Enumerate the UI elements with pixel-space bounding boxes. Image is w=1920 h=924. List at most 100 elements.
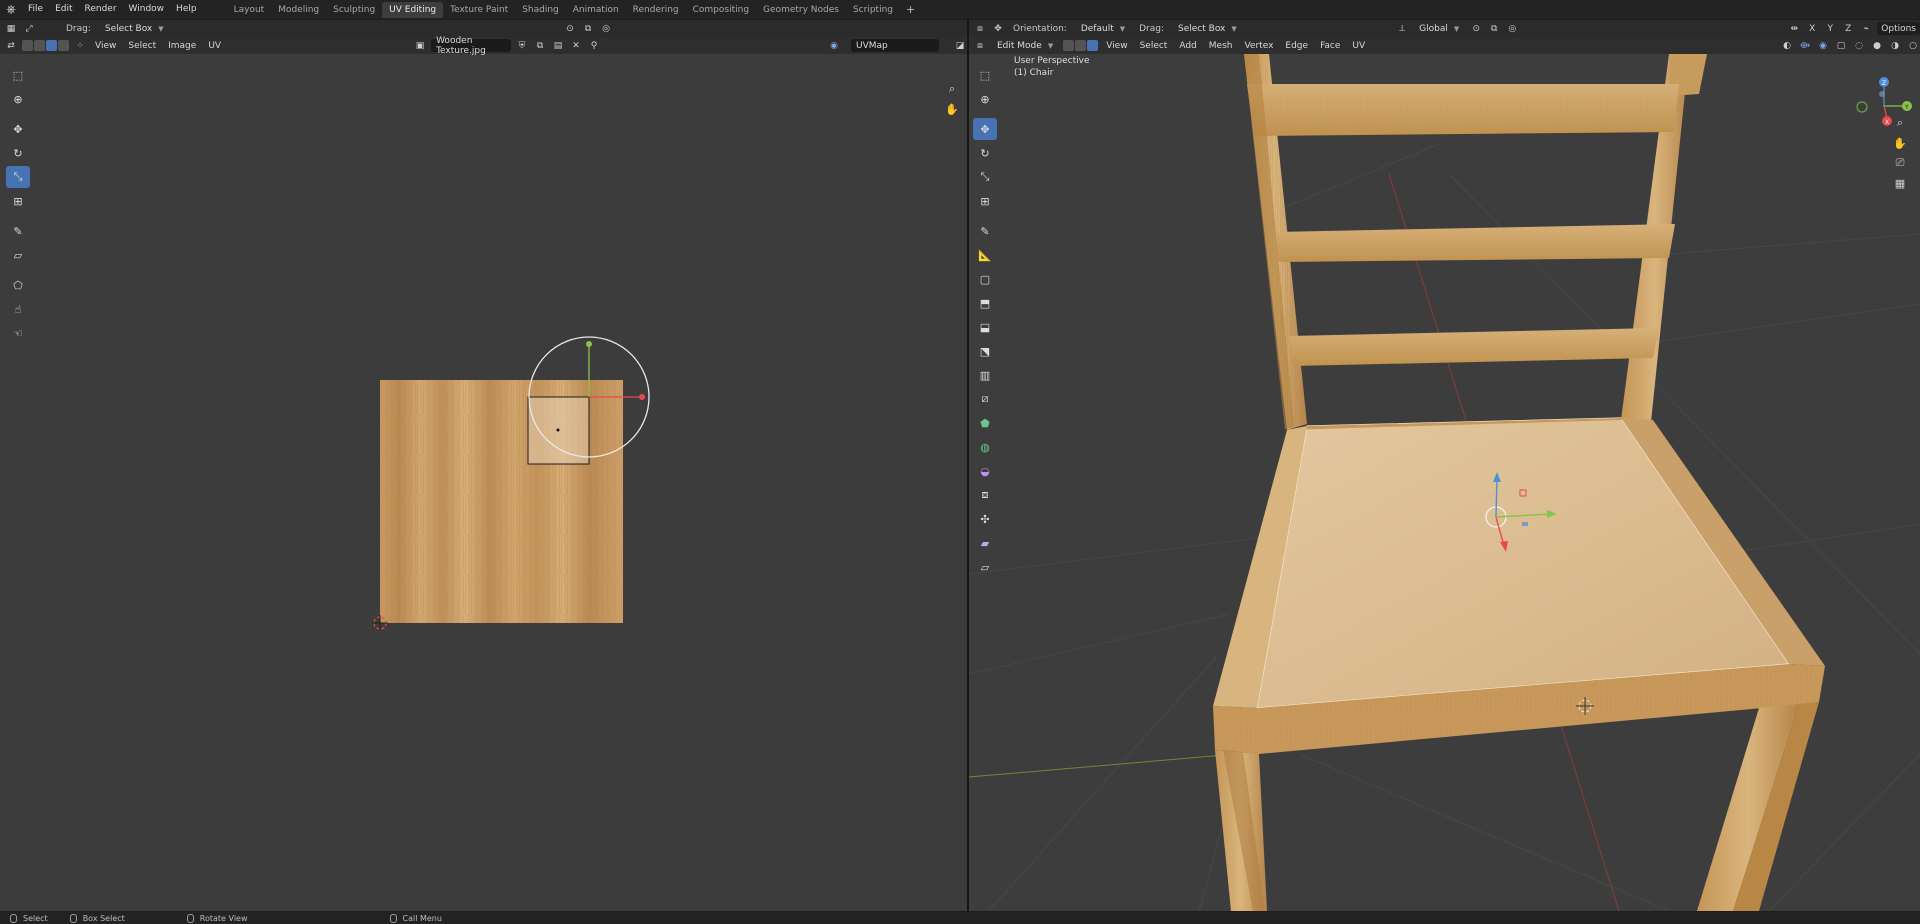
uv-map-field[interactable]: UVMap [851,39,939,52]
proportional-edit-icon[interactable]: ◎ [1505,22,1519,35]
tab-scripting[interactable]: Scripting [846,2,900,18]
rendered-shading-icon[interactable]: ○ [1906,39,1920,52]
options-button[interactable]: Options [1877,22,1920,35]
uv-menu-uv[interactable]: UV [204,39,225,52]
rip-tool-icon[interactable]: ▱ [6,244,30,266]
vp-menu-add[interactable]: Add [1175,39,1200,52]
move-tool-icon[interactable]: ✥ [6,118,30,140]
orientation-dropdown[interactable]: Default ▼ [1075,22,1131,35]
vp-menu-mesh[interactable]: Mesh [1205,39,1237,52]
pin-icon[interactable]: ⚲ [587,39,601,52]
uv-menu-view[interactable]: View [91,39,120,52]
tab-modeling[interactable]: Modeling [271,2,326,18]
add-cube-tool-icon[interactable]: ▢ [973,268,997,290]
chair-seat-top[interactable] [1257,418,1789,708]
vp-menu-edge[interactable]: Edge [1281,39,1312,52]
shrink-fatten-tool-icon[interactable]: ✣ [973,508,997,530]
vp-menu-vertex[interactable]: Vertex [1240,39,1277,52]
loop-cut-tool-icon[interactable]: ▥ [973,364,997,386]
edge-slide-tool-icon[interactable]: ⧈ [973,484,997,506]
unlink-image-icon[interactable]: ✕ [569,39,583,52]
scale-tool-icon[interactable]: ⤢ [22,22,36,35]
tab-layout[interactable]: Layout [227,2,272,18]
menu-edit[interactable]: Edit [49,0,78,19]
tab-animation[interactable]: Animation [566,2,626,18]
uv-sync-icon[interactable]: ⇄ [4,39,18,52]
material-shading-icon[interactable]: ◑ [1888,39,1902,52]
drag-select-dropdown[interactable]: Select Box ▼ [99,22,170,35]
rotate-tool-icon[interactable]: ↻ [6,142,30,164]
drag-select-dropdown[interactable]: Select Box ▼ [1172,22,1243,35]
menu-help[interactable]: Help [170,0,203,19]
tab-rendering[interactable]: Rendering [626,2,686,18]
tab-texture-paint[interactable]: Texture Paint [443,2,515,18]
pivot-icon[interactable]: ⊙ [563,22,577,35]
viewport-canvas[interactable]: Z Y X User Perspective (1) Chair [969,54,1920,911]
menu-render[interactable]: Render [79,0,123,19]
move-tool-icon[interactable]: ✥ [973,118,997,140]
tab-uv-editing[interactable]: UV Editing [382,1,444,18]
smooth-tool-icon[interactable]: ◒ [973,460,997,482]
spin-tool-icon[interactable]: ◍ [973,436,997,458]
xray-icon[interactable]: ▢ [1834,39,1848,52]
y-mirror-icon[interactable]: Y [1823,22,1837,35]
transform-tool-icon[interactable]: ⊞ [6,190,30,212]
zoom-icon[interactable]: ⌕ [943,80,961,98]
uv-canvas[interactable] [0,54,967,911]
zoom-icon[interactable]: ⌕ [1891,114,1909,132]
scale-tool-icon[interactable]: ⤡ [973,166,997,188]
bevel-tool-icon[interactable]: ⬔ [973,340,997,362]
fake-user-icon[interactable]: ⛨ [515,39,529,52]
move-tool-icon[interactable]: ✥ [991,22,1005,35]
editor-type-icon[interactable]: ⧈ [973,22,987,35]
ortho-toggle-icon[interactable]: ▦ [1891,174,1909,192]
cursor-tool-icon[interactable]: ⊕ [973,88,997,110]
gizmo-y-handle[interactable] [586,341,592,347]
auto-merge-icon[interactable]: ⌁ [1859,22,1873,35]
overlay-icon[interactable]: ◉ [1816,39,1830,52]
vp-menu-face[interactable]: Face [1316,39,1344,52]
wireframe-shading-icon[interactable]: ◌ [1852,39,1866,52]
vp-menu-view[interactable]: View [1102,39,1131,52]
add-workspace-button[interactable]: + [900,3,921,16]
gizmo-x-handle[interactable] [639,394,645,400]
sticky-select-icon[interactable]: ⁘ [73,39,87,52]
mode-dropdown[interactable]: Edit Mode ▼ [991,39,1059,52]
overlay-icon[interactable]: ◉ [827,39,841,52]
chair-back-lower-rail[interactable] [1289,328,1659,366]
x-mirror-icon[interactable]: X [1805,22,1819,35]
mirror-icon[interactable]: ⇹ [1787,22,1801,35]
pan-hand-icon[interactable]: ✋ [943,100,961,118]
display-channels-icon[interactable]: ◪ [953,39,967,52]
pivot-icon[interactable]: ⊙ [1469,22,1483,35]
proportional-edit-icon[interactable]: ◎ [599,22,613,35]
visibility-icon[interactable]: ◐ [1780,39,1794,52]
pan-hand-icon[interactable]: ✋ [1891,134,1909,152]
shear-tool-icon[interactable]: ▰ [973,532,997,554]
scale-tool-icon[interactable]: ⤡ [6,166,30,188]
extrude-tool-icon[interactable]: ⬒ [973,292,997,314]
transform-tool-icon[interactable]: ⊞ [973,190,997,212]
image-name-field[interactable]: Wooden Texture.jpg [431,36,512,56]
select-box-tool-icon[interactable]: ⬚ [973,64,997,86]
menu-file[interactable]: File [22,0,49,19]
duplicate-image-icon[interactable]: ⧉ [533,39,547,52]
tab-shading[interactable]: Shading [515,2,566,18]
annotate-tool-icon[interactable]: ✎ [973,220,997,242]
uv-menu-image[interactable]: Image [164,39,200,52]
pinch-tool-icon[interactable]: ☜ [6,322,30,344]
rotate-tool-icon[interactable]: ↻ [973,142,997,164]
select-box-tool-icon[interactable]: ⬚ [6,64,30,86]
transform-orientation-icon[interactable]: ⟂ [1395,22,1409,35]
camera-view-icon[interactable]: ⎚ [1891,154,1909,172]
mesh-select-mode[interactable] [1063,40,1099,51]
transform-orientation-dropdown[interactable]: Global ▼ [1413,22,1465,35]
tab-sculpting[interactable]: Sculpting [326,2,382,18]
image-browse-icon[interactable]: ▣ [413,39,427,52]
measure-tool-icon[interactable]: 📐 [973,244,997,266]
tab-compositing[interactable]: Compositing [686,2,756,18]
solid-shading-icon[interactable]: ● [1870,39,1884,52]
knife-tool-icon[interactable]: ⧄ [973,388,997,410]
snap-icon[interactable]: ⧉ [1487,22,1501,35]
editor-type-icon[interactable]: ⧈ [973,39,987,52]
